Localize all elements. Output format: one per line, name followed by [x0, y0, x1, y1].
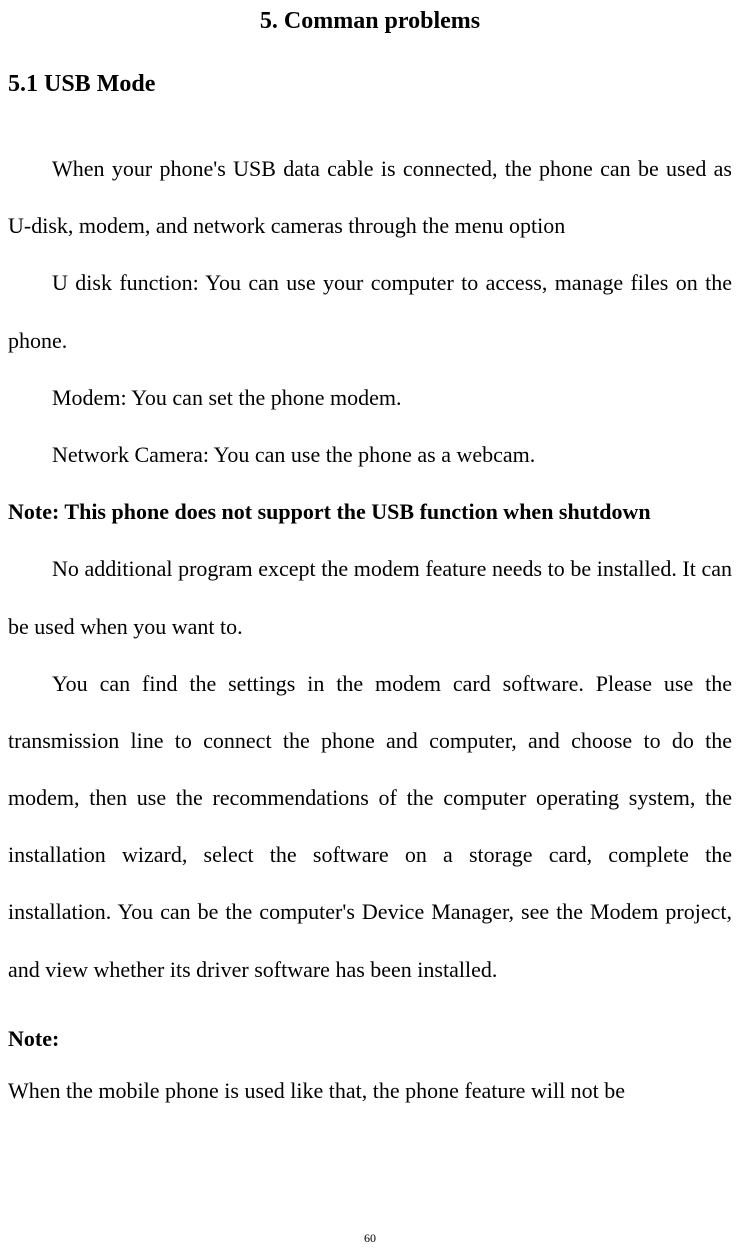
paragraph: You can find the settings in the modem c… [8, 655, 732, 998]
note-label: Note: [8, 1026, 732, 1052]
section-title: 5.1 USB Mode [8, 71, 732, 98]
paragraph: Modem: You can set the phone modem. [8, 369, 732, 426]
page-number: 60 [0, 1231, 740, 1246]
paragraph: When the mobile phone is used like that,… [8, 1062, 732, 1119]
chapter-title: 5. Comman problems [8, 8, 732, 35]
document-page: 5. Comman problems 5.1 USB Mode When you… [8, 8, 732, 1256]
paragraph: No additional program except the modem f… [8, 540, 732, 654]
paragraph: Network Camera: You can use the phone as… [8, 426, 732, 483]
body-text: When your phone's USB data cable is conn… [8, 140, 732, 1119]
paragraph: When your phone's USB data cable is conn… [8, 140, 732, 254]
paragraph: U disk function: You can use your comput… [8, 254, 732, 368]
note-text: Note: This phone does not support the US… [8, 483, 732, 540]
